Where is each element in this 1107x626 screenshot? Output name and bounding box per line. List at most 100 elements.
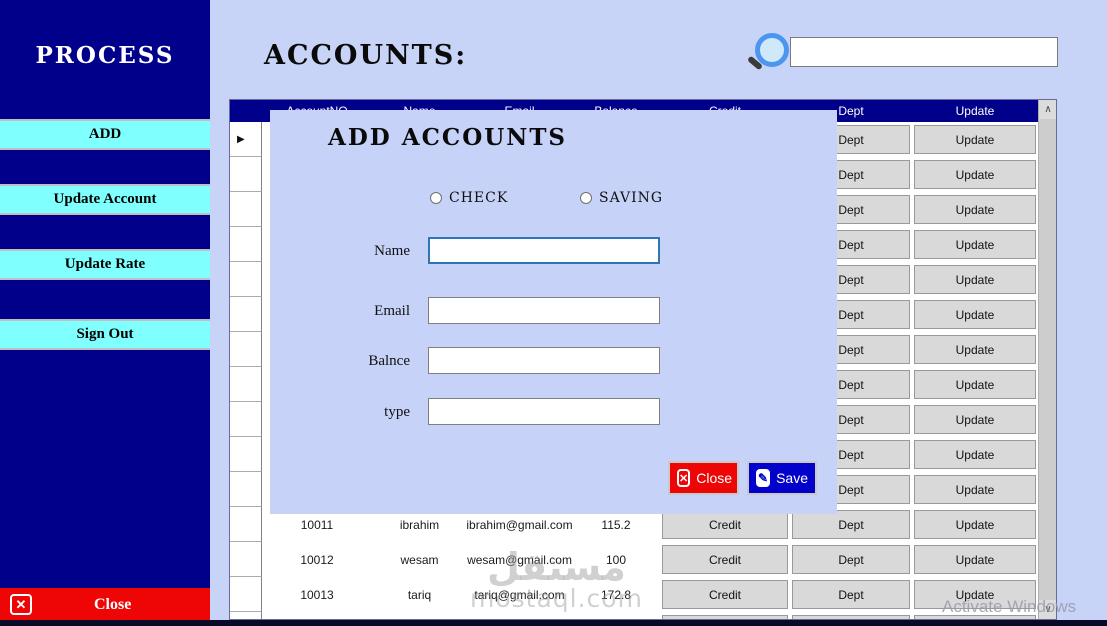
balnce-field[interactable] bbox=[428, 347, 660, 374]
search-icon bbox=[746, 33, 789, 75]
row-selector[interactable] bbox=[230, 612, 262, 619]
update-button[interactable]: Update bbox=[914, 265, 1036, 294]
search-input[interactable] bbox=[790, 37, 1058, 67]
field-label: Name bbox=[374, 243, 410, 259]
cell-dept: Dept bbox=[790, 542, 912, 577]
credit-button[interactable]: Credit bbox=[662, 615, 788, 619]
row-selector[interactable]: ▶ bbox=[230, 122, 262, 157]
cell-update: Update bbox=[912, 332, 1038, 367]
update-button[interactable]: Update bbox=[914, 335, 1036, 364]
cell-balance: 172.8 bbox=[600, 587, 632, 602]
update-button[interactable]: Update bbox=[914, 475, 1036, 504]
row-selector[interactable] bbox=[230, 332, 262, 367]
search-area bbox=[737, 30, 1067, 76]
activate-windows-text: Activate Windows bbox=[942, 597, 1077, 616]
sidebar-title: PROCESS bbox=[35, 42, 175, 69]
cell-update: Update bbox=[912, 157, 1038, 192]
field-label: Balnce bbox=[368, 353, 410, 369]
cell-account: 10012 bbox=[300, 552, 334, 567]
update-button[interactable]: Update bbox=[914, 230, 1036, 259]
cell-account: 10013 bbox=[300, 587, 334, 602]
sidebar-close-button[interactable]: ✕ Close bbox=[0, 588, 210, 621]
row-selector[interactable] bbox=[230, 437, 262, 472]
taskbar-edge bbox=[0, 620, 1107, 626]
update-button[interactable]: Update bbox=[914, 370, 1036, 399]
cell-credit: Credit bbox=[660, 542, 790, 577]
vertical-scrollbar[interactable]: ∧ ∨ bbox=[1038, 100, 1056, 619]
sidebar-item-update-account[interactable]: Update Account bbox=[0, 184, 210, 215]
cell-update: Update bbox=[912, 227, 1038, 262]
cell-update: Update bbox=[912, 437, 1038, 472]
update-button[interactable]: Update bbox=[914, 300, 1036, 329]
cell-credit: Credit bbox=[660, 577, 790, 612]
row-selector[interactable] bbox=[230, 157, 262, 192]
row-selector[interactable] bbox=[230, 402, 262, 437]
row-selector[interactable] bbox=[230, 297, 262, 332]
row-selector[interactable] bbox=[230, 577, 262, 612]
row-selector[interactable] bbox=[230, 192, 262, 227]
update-button[interactable]: Update bbox=[914, 440, 1036, 469]
radio-label: SAVING bbox=[599, 190, 664, 206]
dept-button[interactable]: Dept bbox=[792, 545, 910, 574]
cell-name bbox=[372, 612, 467, 619]
cell-email: wesam@gmail.com bbox=[467, 552, 572, 567]
row-selector[interactable] bbox=[230, 367, 262, 402]
update-button[interactable]: Update bbox=[914, 545, 1036, 574]
sidebar-item-add[interactable]: ADD bbox=[0, 119, 210, 150]
cell-update: Update bbox=[912, 192, 1038, 227]
field-row-type: type bbox=[270, 398, 837, 426]
cell-update: Update bbox=[912, 262, 1038, 297]
table-row: CreditDeptUpdate bbox=[230, 612, 1038, 619]
row-selector[interactable] bbox=[230, 542, 262, 577]
row-selector[interactable] bbox=[230, 227, 262, 262]
cell-update: Update bbox=[912, 367, 1038, 402]
sidebar: PROCESS ADD Update Account Update Rate Sign… bbox=[0, 0, 210, 626]
sidebar-item-sign-out[interactable]: Sign Out bbox=[0, 319, 210, 350]
update-button[interactable]: Update bbox=[914, 195, 1036, 224]
credit-button[interactable]: Credit bbox=[662, 510, 788, 539]
dialog-close-label: Close bbox=[696, 470, 733, 486]
name-field[interactable] bbox=[428, 237, 660, 264]
dialog-close-button[interactable]: ✕ Close bbox=[668, 461, 739, 495]
cell-dept: Dept bbox=[790, 612, 912, 619]
credit-button[interactable]: Credit bbox=[662, 580, 788, 609]
radio-circle-icon bbox=[580, 192, 592, 204]
dept-button[interactable]: Dept bbox=[792, 510, 910, 539]
cell-balance: 100 bbox=[605, 552, 627, 567]
update-button[interactable]: Update bbox=[914, 405, 1036, 434]
row-selector[interactable] bbox=[230, 472, 262, 507]
radio-check[interactable]: CHECK bbox=[430, 190, 508, 206]
cell-email bbox=[467, 612, 572, 619]
cell-update: Update bbox=[912, 472, 1038, 507]
type-field[interactable] bbox=[428, 398, 660, 425]
cell-update: Update bbox=[912, 122, 1038, 157]
radio-circle-icon bbox=[430, 192, 442, 204]
cell-update: Update bbox=[912, 507, 1038, 542]
row-selector[interactable] bbox=[230, 507, 262, 542]
cell-account bbox=[262, 612, 372, 619]
cell-update: Update bbox=[912, 297, 1038, 332]
update-button[interactable]: Update bbox=[914, 125, 1036, 154]
column-header-update[interactable]: Update bbox=[912, 100, 1038, 122]
field-row-email: Email bbox=[270, 297, 837, 325]
scroll-up-button[interactable]: ∧ bbox=[1039, 100, 1056, 119]
update-button[interactable]: Update bbox=[914, 160, 1036, 189]
sidebar-item-update-rate[interactable]: Update Rate bbox=[0, 249, 210, 280]
row-selector[interactable] bbox=[230, 262, 262, 297]
field-label: Email bbox=[374, 303, 410, 319]
sidebar-close-label: Close bbox=[94, 595, 132, 613]
dialog-title: ADD ACCOUNTS bbox=[328, 124, 568, 151]
cell-update: Update bbox=[912, 402, 1038, 437]
field-row-balnce: Balnce bbox=[270, 347, 837, 375]
email-field[interactable] bbox=[428, 297, 660, 324]
update-button[interactable]: Update bbox=[914, 510, 1036, 539]
cell-dept: Dept bbox=[790, 577, 912, 612]
radio-saving[interactable]: SAVING bbox=[580, 190, 663, 206]
close-x-icon: ✕ bbox=[10, 594, 32, 615]
dialog-save-button[interactable]: ✎ Save bbox=[747, 461, 817, 495]
dept-button[interactable]: Dept bbox=[792, 615, 910, 619]
credit-button[interactable]: Credit bbox=[662, 545, 788, 574]
cell-name: tariq bbox=[407, 587, 432, 602]
cell-name: wesam bbox=[400, 552, 439, 567]
dept-button[interactable]: Dept bbox=[792, 580, 910, 609]
